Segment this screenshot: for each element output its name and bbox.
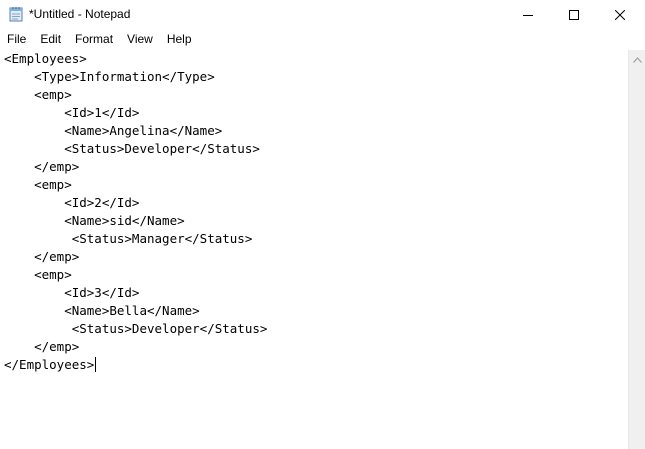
window-title: *Untitled - Notepad xyxy=(29,7,131,21)
editor-line: <Id>3</Id> xyxy=(4,285,140,300)
title-bar[interactable]: *Untitled - Notepad xyxy=(0,0,645,30)
editor-line: <Name>sid</Name> xyxy=(4,213,185,228)
editor-line: </emp> xyxy=(4,339,80,354)
editor-line: <emp> xyxy=(4,87,72,102)
notepad-icon xyxy=(9,6,23,22)
notepad-window: *Untitled - Notepad File Edit Format Vie… xyxy=(0,0,645,449)
menu-help[interactable]: Help xyxy=(160,30,199,49)
editor-line: <emp> xyxy=(4,177,72,192)
editor-line: <Name>Angelina</Name> xyxy=(4,123,223,138)
editor-line: <Id>1</Id> xyxy=(4,105,140,120)
close-button[interactable] xyxy=(597,0,643,30)
editor-line: <Status>Developer</Status> xyxy=(4,321,268,336)
editor-line: <emp> xyxy=(4,267,72,282)
menu-view[interactable]: View xyxy=(120,30,160,49)
minimize-button[interactable] xyxy=(505,0,551,30)
editor-line: </emp> xyxy=(4,159,80,174)
editor-line: </Employees> xyxy=(4,357,95,372)
vertical-scrollbar[interactable] xyxy=(628,50,645,449)
editor-line: <Status>Developer</Status> xyxy=(4,141,260,156)
menu-bar: File Edit Format View Help xyxy=(0,30,645,49)
editor-content[interactable]: <Employees> <Type>Information</Type> <em… xyxy=(0,50,628,374)
editor-line: <Employees> xyxy=(4,51,87,66)
menu-edit[interactable]: Edit xyxy=(33,30,68,49)
editor-line: <Name>Bella</Name> xyxy=(4,303,200,318)
close-icon xyxy=(615,10,625,20)
editor-line-last: </Employees> xyxy=(4,356,628,374)
editor-line: </emp> xyxy=(4,249,80,264)
editor-line: <Type>Information</Type> xyxy=(4,69,215,84)
minimize-icon xyxy=(523,10,533,20)
maximize-icon xyxy=(569,10,579,20)
chevron-up-icon xyxy=(632,50,642,68)
menu-file[interactable]: File xyxy=(0,30,33,49)
scroll-up-button[interactable] xyxy=(629,50,645,67)
maximize-button[interactable] xyxy=(551,0,597,30)
menu-format[interactable]: Format xyxy=(68,30,120,49)
editor-line: <Id>2</Id> xyxy=(4,195,140,210)
text-caret xyxy=(95,357,97,372)
editor-line: <Status>Manager</Status> xyxy=(4,231,253,246)
text-editor[interactable]: <Employees> <Type>Information</Type> <em… xyxy=(0,50,628,449)
